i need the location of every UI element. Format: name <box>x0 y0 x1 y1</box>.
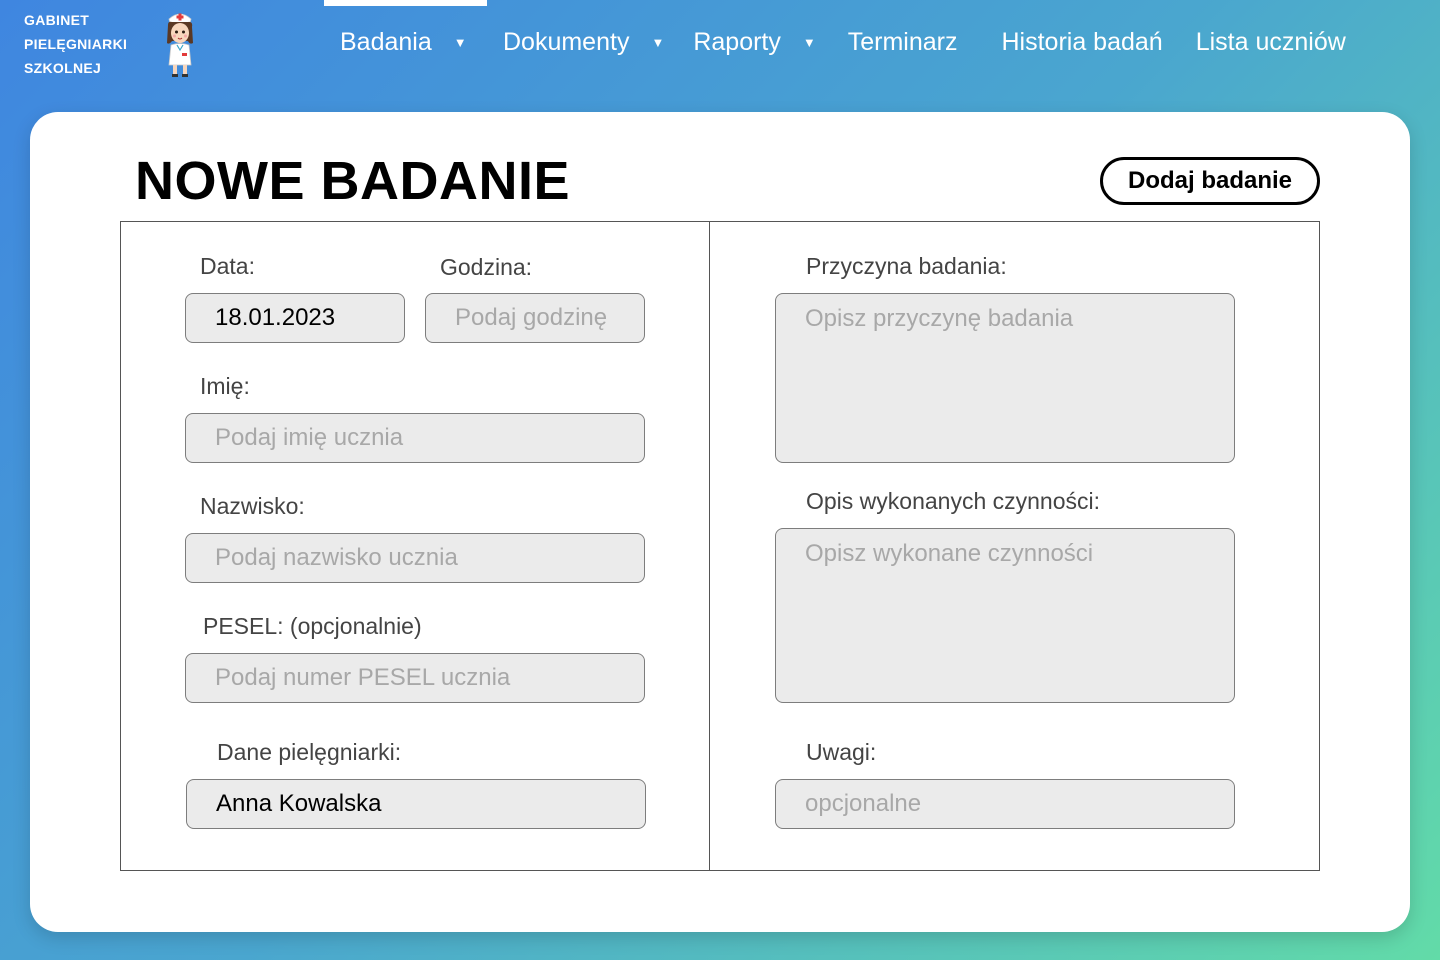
chevron-down-icon: ▼ <box>802 34 816 50</box>
page-title: NOWE BADANIE <box>135 151 570 211</box>
first-name-label: Imię: <box>200 373 250 399</box>
main-nav: Badania ▼ Dokumenty ▼ Raporty ▼ Terminar… <box>324 0 1346 84</box>
nav-item-label: Terminarz <box>847 27 958 56</box>
time-field[interactable] <box>425 293 645 343</box>
nav-item-label: Raporty <box>693 27 781 56</box>
first-name-field[interactable] <box>185 413 645 463</box>
actions-field[interactable] <box>775 528 1235 703</box>
nav-item-raporty[interactable]: Raporty ▼ <box>693 0 815 84</box>
date-field[interactable] <box>185 293 405 343</box>
reason-field[interactable] <box>775 293 1235 463</box>
chevron-down-icon: ▼ <box>651 34 665 50</box>
date-label: Data: <box>200 253 255 279</box>
nurse-label: Dane pielęgniarki: <box>217 739 402 765</box>
time-label: Godzina: <box>440 254 533 280</box>
form-divider <box>709 222 710 870</box>
nav-active-indicator <box>324 0 487 6</box>
brand-line-3: SZKOLNEJ <box>24 60 102 76</box>
new-exam-card: NOWE BADANIE Dodaj badanie Data: Godzina… <box>30 112 1410 932</box>
brand[interactable]: GABINET PIELĘGNIARKI SZKOLNEJ <box>24 8 198 80</box>
actions-label: Opis wykonanych czynności: <box>806 488 1101 514</box>
exam-form: Data: Godzina: Imię: Nazwisko: PESEL: (o… <box>120 221 1320 871</box>
add-exam-button[interactable]: Dodaj badanie <box>1100 157 1320 205</box>
nav-item-badania[interactable]: Badania ▼ <box>324 0 487 84</box>
brand-title: GABINET PIELĘGNIARKI SZKOLNEJ <box>24 8 154 80</box>
chevron-down-icon: ▼ <box>453 34 467 50</box>
nurse-field[interactable] <box>186 779 646 829</box>
nav-item-lista-uczniow[interactable]: Lista uczniów <box>1196 0 1346 84</box>
last-name-label: Nazwisko: <box>200 493 305 519</box>
nurse-logo-icon <box>167 13 193 77</box>
nav-item-label: Lista uczniów <box>1195 27 1346 56</box>
pesel-label: PESEL: (opcjonalnie) <box>203 613 422 639</box>
notes-field[interactable] <box>775 779 1235 829</box>
nav-item-terminarz[interactable]: Terminarz <box>848 0 958 84</box>
nav-item-label: Historia badań <box>1001 27 1163 56</box>
nav-item-dokumenty[interactable]: Dokumenty ▼ <box>503 0 664 84</box>
last-name-field[interactable] <box>185 533 645 583</box>
nav-item-historia-badan[interactable]: Historia badań <box>1002 0 1163 84</box>
notes-label: Uwagi: <box>806 739 877 765</box>
reason-label: Przyczyna badania: <box>806 253 1007 279</box>
nav-item-label: Badania <box>340 27 432 56</box>
brand-line-1: GABINET <box>24 12 90 28</box>
pesel-field[interactable] <box>185 653 645 703</box>
brand-line-2: PIELĘGNIARKI <box>24 36 128 52</box>
nav-item-label: Dokumenty <box>503 27 630 56</box>
